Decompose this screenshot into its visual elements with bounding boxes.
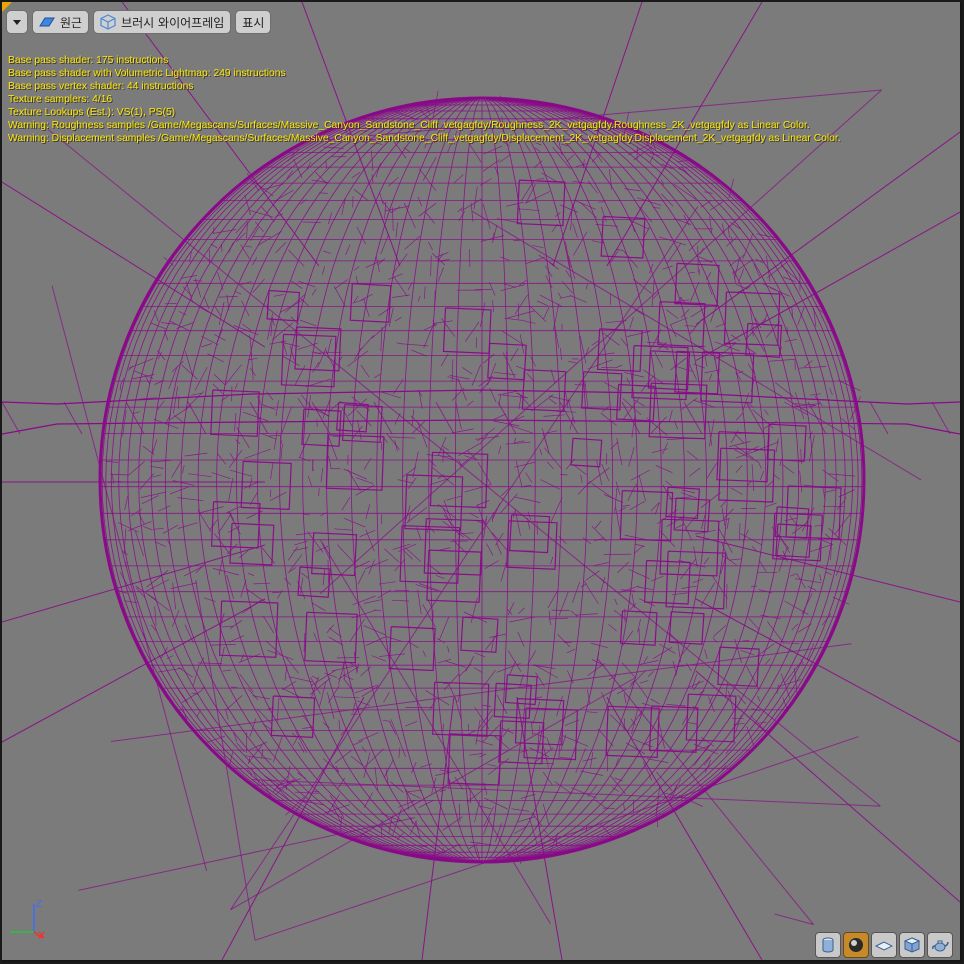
- view-mode-button[interactable]: 브러시 와이어프레임: [93, 10, 232, 34]
- perspective-label: 원근: [60, 15, 83, 30]
- axis-gizmo: Z: [6, 898, 54, 946]
- cylinder-icon: [822, 937, 834, 953]
- sphere-icon: [849, 938, 863, 952]
- preview-cylinder-button[interactable]: [815, 932, 841, 958]
- viewport-active-corner: [2, 2, 12, 12]
- stat-line: Texture Lookups (Est.): VS(1), PS(5): [8, 107, 176, 118]
- preview-teapot-button[interactable]: [927, 932, 953, 958]
- viewport-options-dropdown[interactable]: [6, 10, 28, 34]
- view-mode-label: 브러시 와이어프레임: [121, 15, 225, 30]
- axis-lines: [10, 904, 45, 939]
- teapot-icon: [932, 940, 949, 952]
- warning-line: Warning: Roughness samples /Game/Megasca…: [8, 120, 810, 131]
- stat-line: Base pass shader: 175 instructions: [8, 55, 169, 66]
- show-button[interactable]: 표시: [235, 10, 272, 34]
- perspective-icon: [39, 17, 55, 27]
- show-label: 표시: [242, 15, 265, 30]
- warning-line: Warning: Displacement samples /Game/Mega…: [8, 133, 841, 144]
- preview-plane-button[interactable]: [871, 932, 897, 958]
- preview-cube-button[interactable]: [899, 932, 925, 958]
- stat-line: Texture samplers: 4/16: [8, 94, 113, 105]
- perspective-button[interactable]: 원근: [32, 10, 90, 34]
- plane-icon: [875, 941, 893, 951]
- stat-line: Base pass vertex shader: 44 instructions: [8, 81, 194, 92]
- chevron-down-icon: [13, 19, 21, 25]
- preview-shape-buttons: [815, 932, 953, 958]
- wireframe-cube-icon: [100, 14, 116, 30]
- material-preview-viewport[interactable]: 원근 브러시 와이어프레임 표시 Base pass shader: 175 i…: [2, 2, 960, 960]
- shader-stats-overlay: Base pass shader: 175 instructions Base …: [8, 54, 841, 145]
- stat-line: Base pass shader with Volumetric Lightma…: [8, 68, 286, 79]
- preview-sphere-button[interactable]: [843, 932, 869, 958]
- wireframe-sphere: [2, 2, 960, 960]
- axis-z-label: Z: [36, 899, 43, 910]
- viewport-toolbar: 원근 브러시 와이어프레임 표시: [6, 9, 272, 35]
- cube-icon: [903, 937, 921, 953]
